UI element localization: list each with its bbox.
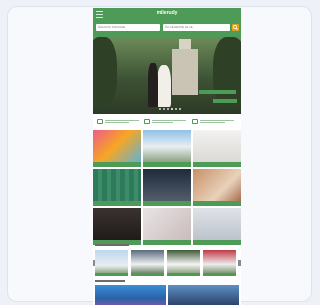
slider-dots <box>159 108 181 110</box>
featured-item[interactable] <box>131 250 164 276</box>
hero-slider[interactable] <box>93 37 241 114</box>
hero-couple-image <box>148 55 171 107</box>
category-grid <box>93 130 241 245</box>
category-label-bar <box>93 201 141 206</box>
slider-dot[interactable] <box>159 108 161 110</box>
category-tile-tent-interior[interactable] <box>193 130 241 167</box>
location-field[interactable]: ŠALOVIC KOVIACE <box>96 24 160 31</box>
benefit-text <box>152 119 187 124</box>
mobile-page: milerudy ŠALOVIC KOVIACE ČO HĽADATE HL H… <box>93 8 241 305</box>
promo-banners[interactable] <box>95 285 239 305</box>
promo-banner[interactable] <box>95 285 166 305</box>
featured-item[interactable] <box>167 250 200 276</box>
featured-item-bar <box>167 273 200 276</box>
category-label-bar <box>143 201 191 206</box>
benefit-text <box>199 119 234 124</box>
monitor-icon <box>97 119 104 124</box>
site-logo[interactable]: milerudy <box>93 10 241 16</box>
hero-church <box>172 49 198 95</box>
category-tile-fence[interactable] <box>93 169 141 206</box>
category-label-bar <box>193 162 241 167</box>
category-tile-wood[interactable] <box>193 169 241 206</box>
category-label-bar <box>193 201 241 206</box>
benefit-item <box>144 119 189 124</box>
benefit-text <box>105 119 140 124</box>
hero-tree-left <box>93 37 117 107</box>
category-tile-bouncy-castle[interactable] <box>93 130 141 167</box>
calendar-icon <box>144 119 151 124</box>
featured-item[interactable] <box>95 250 128 276</box>
slider-dot[interactable] <box>175 108 177 110</box>
featured-item-bar <box>203 273 236 276</box>
featured-item[interactable] <box>203 250 236 276</box>
slider-dot[interactable] <box>179 108 181 110</box>
tag-icon <box>191 119 198 124</box>
category-label-bar <box>143 162 191 167</box>
featured-item-bar <box>131 273 164 276</box>
featured-section-title <box>95 244 129 246</box>
category-tile-tents[interactable] <box>143 130 191 167</box>
hero-tree-right <box>213 37 241 107</box>
chevron-right-icon[interactable] <box>238 260 241 266</box>
benefit-item <box>191 119 237 124</box>
header-bar: milerudy <box>93 8 241 21</box>
hero-caption-bar <box>199 90 236 94</box>
category-tile-equipment[interactable] <box>143 169 191 206</box>
category-tile-table-setting[interactable] <box>143 208 191 245</box>
slider-dot[interactable] <box>167 108 169 110</box>
benefits-row <box>93 114 241 129</box>
query-field[interactable]: ČO HĽADATE HL HL <box>163 24 230 31</box>
featured-carousel[interactable] <box>95 250 239 277</box>
featured-section-header <box>93 244 241 249</box>
slider-dot[interactable] <box>163 108 165 110</box>
search-icon <box>233 25 239 31</box>
promo-section-title <box>95 280 125 282</box>
category-tile-wedding-decor[interactable] <box>93 208 141 245</box>
promo-banner[interactable] <box>168 285 239 305</box>
category-tile-mobile-cabin[interactable] <box>193 208 241 245</box>
hero-cta-button[interactable] <box>213 99 237 103</box>
slider-dot-active[interactable] <box>171 108 173 110</box>
benefit-item <box>97 119 142 124</box>
category-label-bar <box>93 162 141 167</box>
featured-item-bar <box>95 273 128 276</box>
search-button[interactable] <box>232 24 239 31</box>
search-bar: ŠALOVIC KOVIACE ČO HĽADATE HL HL <box>93 21 241 37</box>
